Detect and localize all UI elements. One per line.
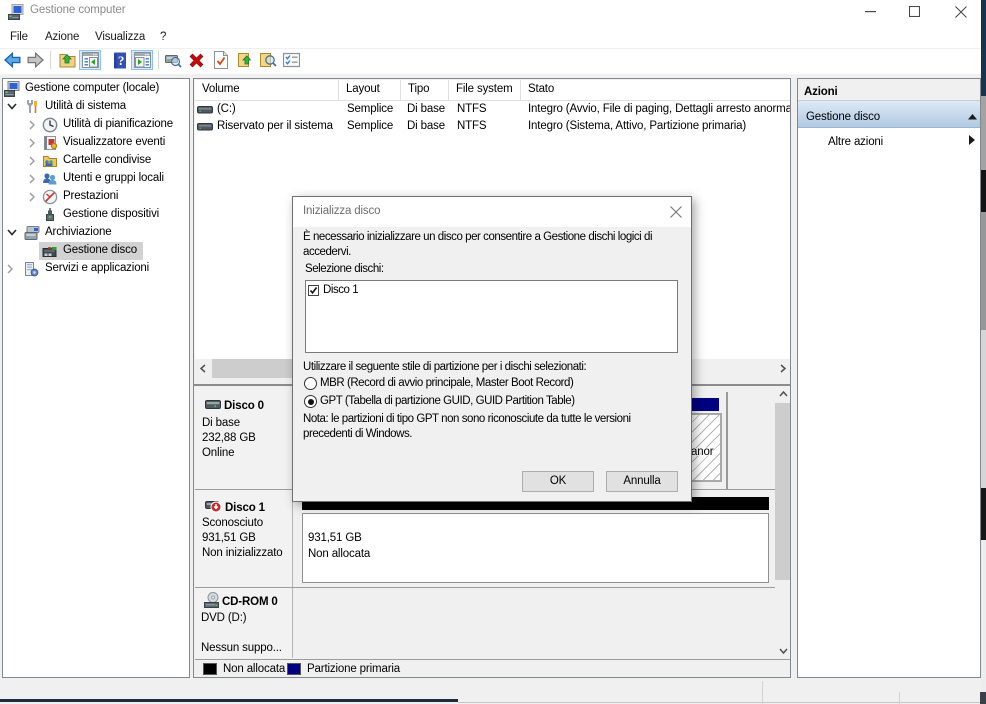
svg-text:?: ? <box>118 53 124 68</box>
